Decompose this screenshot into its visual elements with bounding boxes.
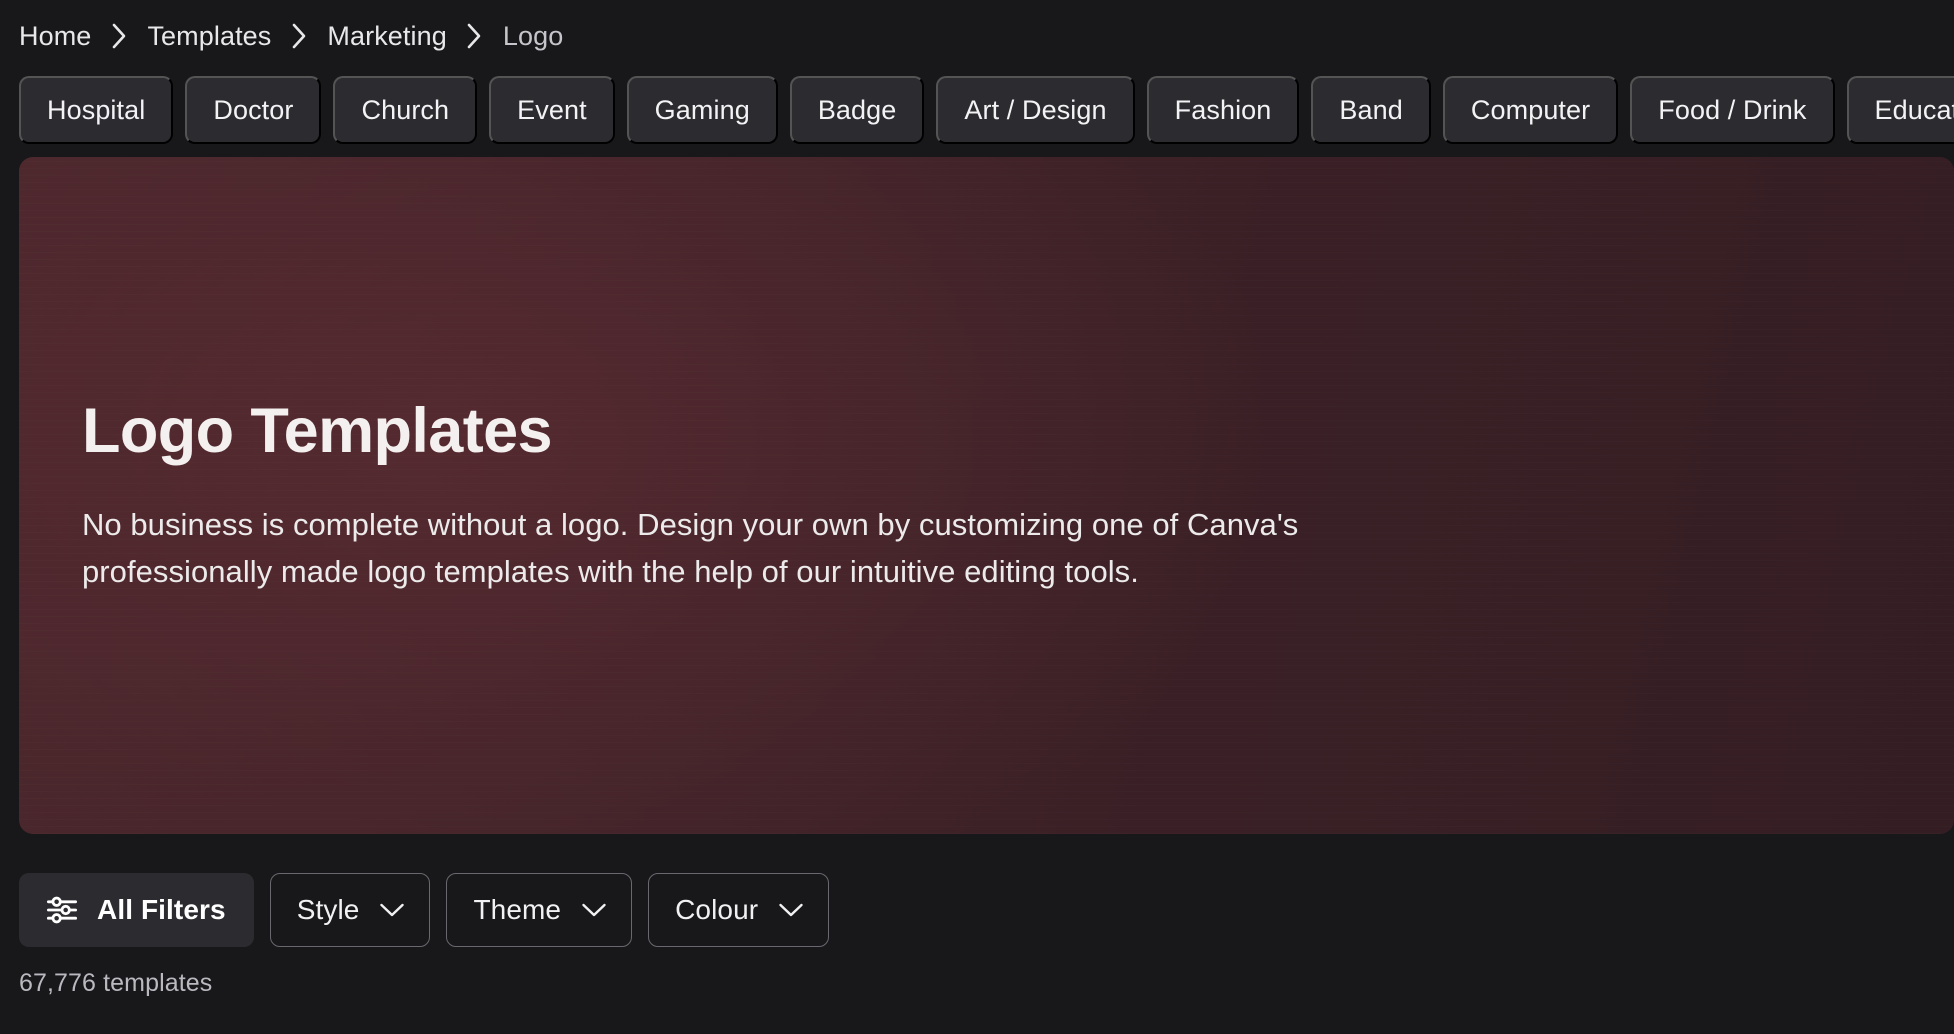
- colour-dropdown[interactable]: Colour: [648, 873, 829, 947]
- category-chip-fashion[interactable]: Fashion: [1147, 76, 1300, 144]
- category-chip-doctor[interactable]: Doctor: [185, 76, 321, 144]
- hero-description: No business is complete without a logo. …: [82, 501, 1442, 595]
- category-chip-computer[interactable]: Computer: [1443, 76, 1618, 144]
- theme-dropdown-label: Theme: [473, 894, 561, 926]
- category-chip-hospital[interactable]: Hospital: [19, 76, 173, 144]
- page-title: Logo Templates: [82, 396, 1894, 467]
- breadcrumb-item-templates[interactable]: Templates: [147, 23, 271, 50]
- category-chip-food-drink[interactable]: Food / Drink: [1630, 76, 1834, 144]
- breadcrumb-item-logo: Logo: [503, 23, 563, 50]
- chevron-down-icon: [379, 902, 405, 918]
- category-chips-row[interactable]: Hospital Doctor Church Event Gaming Badg…: [0, 72, 1954, 148]
- chevron-right-icon: [91, 23, 147, 50]
- category-chip-badge[interactable]: Badge: [790, 76, 925, 144]
- chevron-down-icon: [581, 902, 607, 918]
- filter-bar: All Filters Style Theme Colour: [0, 873, 1954, 947]
- all-filters-label: All Filters: [97, 894, 226, 926]
- theme-dropdown[interactable]: Theme: [446, 873, 632, 947]
- hero-content: Logo Templates No business is complete w…: [82, 157, 1894, 834]
- chevron-right-icon: [271, 23, 327, 50]
- colour-dropdown-label: Colour: [675, 894, 758, 926]
- style-dropdown-label: Style: [297, 894, 360, 926]
- results-count: 67,776 templates: [19, 969, 212, 997]
- breadcrumb-item-home[interactable]: Home: [19, 23, 91, 50]
- category-chip-church[interactable]: Church: [333, 76, 477, 144]
- category-chip-band[interactable]: Band: [1311, 76, 1430, 144]
- category-chip-event[interactable]: Event: [489, 76, 615, 144]
- category-chip-education[interactable]: Education: [1847, 76, 1954, 144]
- hero-banner: Logo Templates No business is complete w…: [19, 157, 1954, 834]
- results-count-row: 67,776 templates: [0, 969, 1954, 998]
- all-filters-button[interactable]: All Filters: [19, 873, 254, 947]
- breadcrumb: Home Templates Marketing Logo: [0, 0, 1954, 72]
- sliders-icon: [45, 893, 79, 927]
- chevron-right-icon: [447, 23, 503, 50]
- breadcrumb-item-marketing[interactable]: Marketing: [327, 23, 446, 50]
- style-dropdown[interactable]: Style: [270, 873, 431, 947]
- templates-page: Home Templates Marketing Logo Hospital D…: [0, 0, 1954, 1034]
- category-chip-gaming[interactable]: Gaming: [627, 76, 778, 144]
- chevron-down-icon: [778, 902, 804, 918]
- category-chip-art-design[interactable]: Art / Design: [936, 76, 1134, 144]
